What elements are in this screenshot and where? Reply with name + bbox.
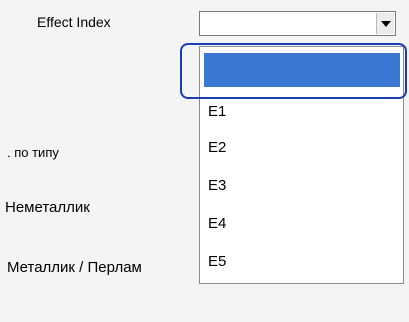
dropdown-arrow-button[interactable] (376, 13, 394, 34)
dropdown-option-e5[interactable]: E5 (208, 253, 226, 270)
non-metallic-label: Неметаллик (5, 199, 90, 216)
metallic-label: Металлик / Перлам (7, 259, 142, 276)
dropdown-option-e2[interactable]: E2 (208, 139, 226, 156)
effect-index-dropdown-list[interactable]: E1 E2 E3 E4 E5 (199, 46, 404, 284)
dropdown-option-e1[interactable]: E1 (208, 103, 226, 120)
chevron-down-icon (380, 20, 391, 27)
effect-index-label: Effect Index (37, 14, 111, 30)
effect-index-combobox[interactable] (199, 11, 396, 36)
by-type-label: . по типу (7, 145, 59, 160)
dropdown-option-e3[interactable]: E3 (208, 177, 226, 194)
dropdown-option-empty[interactable] (204, 53, 400, 87)
dropdown-option-e4[interactable]: E4 (208, 215, 226, 232)
